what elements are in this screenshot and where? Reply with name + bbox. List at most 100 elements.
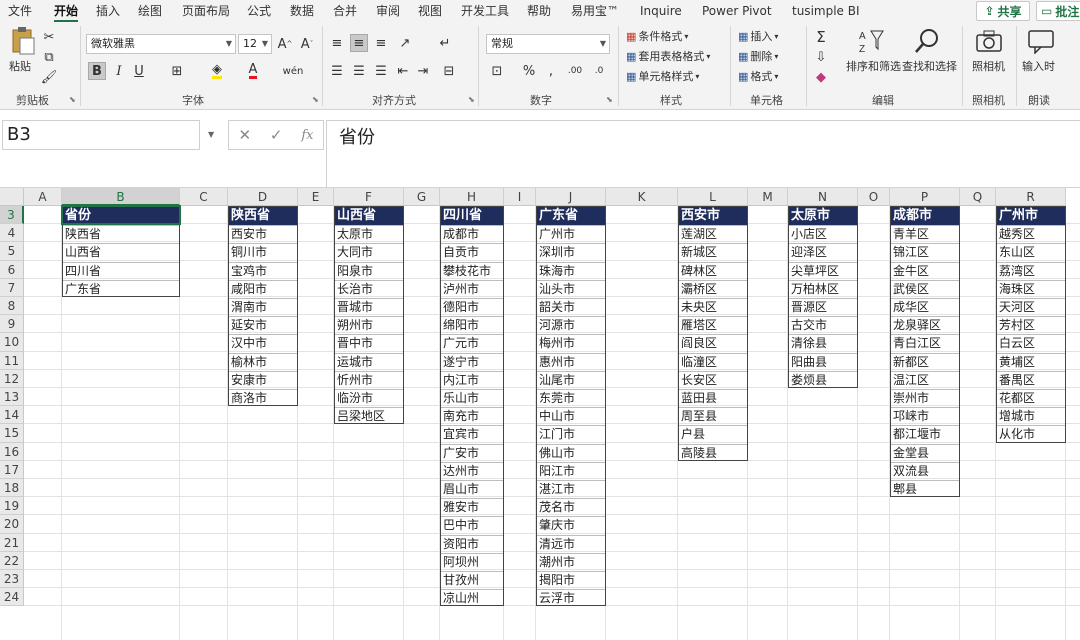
clear-icon[interactable]: ◆ [812,68,830,86]
list-item-cell[interactable]: 汕头市 [537,279,605,298]
list-item-cell[interactable]: 四川省 [63,261,179,280]
list-item-cell[interactable]: 深圳市 [537,243,605,261]
list-item-cell[interactable]: 乐山市 [441,389,503,407]
list-header-cell[interactable]: 陕西省 [229,207,297,226]
list-item-cell[interactable]: 中山市 [537,407,605,425]
enter-icon[interactable]: ✓ [270,126,283,144]
column-header-k[interactable]: K [606,188,678,206]
list-item-cell[interactable]: 广州市 [537,225,605,243]
column-header-e[interactable]: E [298,188,334,206]
list-item-cell[interactable]: 广安市 [441,443,503,462]
list-item-cell[interactable]: 成华区 [891,298,959,316]
insert-function-button[interactable]: fx [301,128,313,143]
list-item-cell[interactable]: 榆林市 [229,352,297,371]
sort-filter-icon[interactable]: AZ [856,26,886,56]
list-item-cell[interactable]: 大同市 [335,243,403,261]
list-item-cell[interactable]: 揭阳市 [537,571,605,589]
tab-4[interactable]: 页面布局 [182,2,230,20]
list-item-cell[interactable]: 韶关市 [537,298,605,316]
tab-12[interactable]: 易用宝™ [571,2,619,20]
font-launcher-icon[interactable]: ⬊ [312,95,319,104]
camera-button[interactable]: 照相机 [972,58,1005,74]
shrink-font-icon[interactable]: Aˇ [298,35,316,53]
grow-font-icon[interactable]: A ^ [276,35,294,53]
list-item-cell[interactable]: 武侯区 [891,279,959,298]
list-item-cell[interactable]: 河源市 [537,316,605,334]
list-item-cell[interactable]: 新都区 [891,352,959,371]
increase-decimal-icon[interactable]: .00 [566,62,584,80]
align-left-icon[interactable]: ☰ [328,62,346,80]
font-color-icon[interactable]: A [244,62,262,80]
insert-cells-button[interactable]: ▦ 插入 ▾ [738,28,778,44]
list-item-cell[interactable]: 莲湖区 [679,225,747,243]
list-item-cell[interactable]: 陕西省 [63,225,179,243]
tab-11[interactable]: 帮助 [527,2,551,20]
speak-on-enter-button[interactable]: 输入时 [1022,58,1055,74]
tab-3[interactable]: 绘图 [138,2,162,20]
list-item-cell[interactable]: 湛江市 [537,480,605,498]
font-name-select[interactable]: 微软雅黑 ▼ [86,34,236,54]
list-item-cell[interactable]: 青羊区 [891,225,959,243]
tab-9[interactable]: 视图 [418,2,442,20]
row-header-24[interactable]: 24 [0,588,24,607]
list-item-cell[interactable]: 阳泉市 [335,261,403,280]
list-item-cell[interactable]: 延安市 [229,316,297,334]
list-item-cell[interactable]: 东山区 [997,243,1065,261]
list-item-cell[interactable]: 咸阳市 [229,279,297,298]
list-item-cell[interactable]: 都江堰市 [891,425,959,443]
list-item-cell[interactable]: 广元市 [441,334,503,352]
format-as-table-button[interactable]: ▦ 套用表格格式 ▾ [626,48,710,64]
accounting-format-icon[interactable]: ⊡ [488,62,506,80]
list-header-cell[interactable]: 成都市 [891,207,959,226]
row-header-13[interactable]: 13 [0,388,24,407]
list-item-cell[interactable]: 温江区 [891,370,959,389]
format-cells-button[interactable]: ▦ 格式 ▾ [738,68,778,84]
comma-style-icon[interactable]: , [542,62,560,80]
row-header-19[interactable]: 19 [0,497,24,516]
row-header-12[interactable]: 12 [0,369,24,388]
list-item-cell[interactable]: 灞桥区 [679,279,747,298]
list-item-cell[interactable]: 铜川市 [229,243,297,261]
list-item-cell[interactable]: 番禺区 [997,370,1065,389]
font-size-select[interactable]: 12 ▼ [238,34,272,54]
row-header-3[interactable]: 3 [0,206,24,225]
tab-6[interactable]: 数据 [290,2,314,20]
list-item-cell[interactable]: 西安市 [229,225,297,243]
tab-2[interactable]: 插入 [96,2,120,20]
list-item-cell[interactable]: 达州市 [441,461,503,480]
list-item-cell[interactable]: 广东省 [63,279,179,298]
list-item-cell[interactable]: 青白江区 [891,334,959,352]
column-header-h[interactable]: H [440,188,504,206]
row-header-8[interactable]: 8 [0,297,24,316]
row-header-15[interactable]: 15 [0,424,24,443]
list-item-cell[interactable]: 云浮市 [537,589,605,607]
list-item-cell[interactable]: 晋源区 [789,298,857,316]
select-all-corner[interactable] [0,188,24,206]
list-item-cell[interactable]: 万柏林区 [789,279,857,298]
tab-5[interactable]: 公式 [247,2,271,20]
list-item-cell[interactable]: 茂名市 [537,498,605,516]
list-item-cell[interactable]: 娄烦县 [789,370,857,389]
list-item-cell[interactable]: 泸州市 [441,279,503,298]
list-item-cell[interactable]: 晋中市 [335,334,403,352]
align-bottom-icon[interactable]: ≡ [372,34,390,52]
row-header-17[interactable]: 17 [0,460,24,479]
autosum-icon[interactable]: Σ [812,28,830,46]
list-item-cell[interactable]: 越秀区 [997,225,1065,243]
clipboard-launcher-icon[interactable]: ⬊ [69,95,76,104]
list-item-cell[interactable]: 小店区 [789,225,857,243]
list-item-cell[interactable]: 黄埔区 [997,352,1065,371]
number-format-select[interactable]: 常规 ▼ [486,34,610,54]
cut-icon[interactable]: ✂ [40,28,58,46]
column-header-c[interactable]: C [180,188,228,206]
name-box[interactable]: B3 [2,120,200,150]
tab-7[interactable]: 合并 [333,2,357,20]
row-header-14[interactable]: 14 [0,406,24,425]
column-header-l[interactable]: L [678,188,748,206]
list-item-cell[interactable]: 金牛区 [891,261,959,280]
fill-icon[interactable]: ⇩ [812,48,830,66]
row-header-6[interactable]: 6 [0,260,24,279]
list-item-cell[interactable]: 天河区 [997,298,1065,316]
list-item-cell[interactable]: 新城区 [679,243,747,261]
copy-icon[interactable]: ⧉ [40,48,58,66]
